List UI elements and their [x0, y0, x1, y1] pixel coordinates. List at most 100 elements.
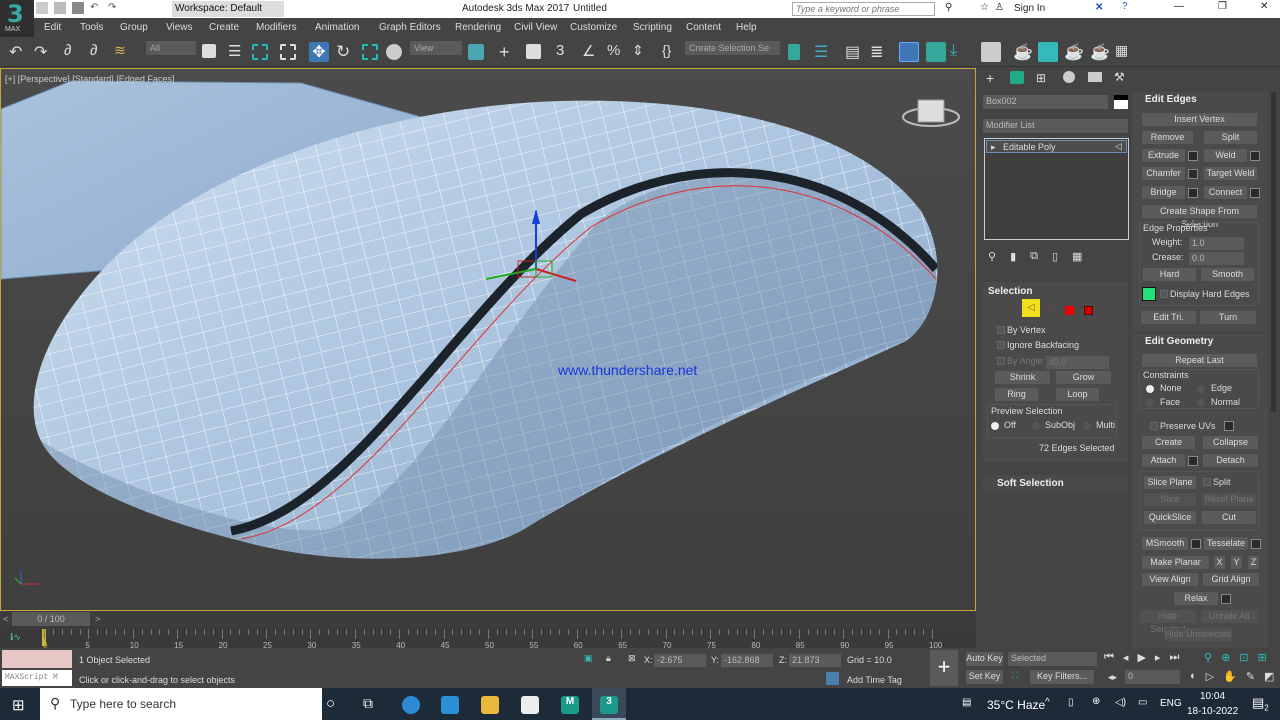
scene-explorer-icon[interactable]: ▤: [845, 42, 865, 62]
menu-modifiers[interactable]: Modifiers: [256, 22, 297, 33]
crease-spinner[interactable]: 0.0: [1189, 252, 1244, 265]
layer-explorer-icon[interactable]: ≣: [870, 42, 890, 62]
selection-rollout-header[interactable]: Selection: [988, 286, 1032, 297]
prev-frame-button[interactable]: <: [3, 614, 8, 624]
shrink-button[interactable]: Shrink: [995, 371, 1050, 384]
weather-text[interactable]: 35°C Haze: [987, 698, 1045, 712]
walkthrough-icon[interactable]: ✎: [1246, 670, 1255, 683]
previous-frame-icon[interactable]: ◂: [1123, 651, 1129, 664]
msmooth-settings-icon[interactable]: [1191, 539, 1201, 549]
menu-graph-editors[interactable]: Graph Editors: [379, 22, 441, 33]
relax-button[interactable]: Relax: [1174, 592, 1218, 605]
planar-x-button[interactable]: X: [1214, 556, 1225, 569]
track-bar[interactable]: ℹ∿ 0 5 10 15 20 25 30 35 40 45 50 55 60 65 70 75 80 85 90…: [0, 627, 976, 650]
zoom-icon[interactable]: ⚲: [1204, 651, 1212, 664]
modifier-list-dropdown[interactable]: Modifier List: [983, 119, 1128, 133]
x-coordinate-field[interactable]: -2.675: [654, 654, 706, 667]
restore-button[interactable]: ❐: [1218, 1, 1227, 12]
detach-button[interactable]: Detach: [1203, 454, 1258, 467]
angle-snap-icon[interactable]: ∠: [582, 42, 602, 62]
create-shape-button[interactable]: Create Shape From Selection: [1142, 205, 1257, 229]
make-unique-icon[interactable]: ⧉: [1030, 250, 1038, 263]
chamfer-button[interactable]: Chamfer: [1142, 167, 1185, 180]
repeat-last-button[interactable]: Repeat Last: [1142, 354, 1257, 367]
by-angle-spinner[interactable]: 45.0: [1046, 356, 1109, 369]
maxscript-input[interactable]: MAXScript M: [2, 670, 72, 686]
sign-in-link[interactable]: Sign In: [1014, 3, 1045, 14]
edit-geometry-header[interactable]: Edit Geometry: [1145, 336, 1213, 347]
undo-icon[interactable]: ↶: [9, 42, 29, 62]
mail-icon[interactable]: [441, 696, 459, 714]
slice-plane-button[interactable]: Slice Plane: [1144, 476, 1196, 489]
schematic-view-icon[interactable]: ⤓: [950, 42, 970, 62]
configure-modifier-sets-icon[interactable]: ▦: [1072, 250, 1082, 263]
isolate-selection-icon[interactable]: ▣: [584, 653, 593, 664]
preview-subobj-radio[interactable]: [1032, 422, 1040, 430]
object-name-field[interactable]: Box002: [983, 95, 1108, 109]
undo-icon[interactable]: ↶: [90, 2, 102, 16]
key-filters-button[interactable]: Key Filters...: [1030, 670, 1094, 684]
motion-tab-icon[interactable]: [1063, 71, 1075, 83]
constraint-normal-radio[interactable]: [1197, 399, 1205, 407]
border-mode-icon[interactable]: ○: [1047, 304, 1053, 315]
cut-button[interactable]: Cut: [1202, 511, 1256, 524]
bridge-settings-icon[interactable]: [1188, 188, 1198, 198]
keyboard-shortcut-override-icon[interactable]: [526, 44, 541, 59]
hide-unselected-button[interactable]: Hide Unselected: [1164, 628, 1232, 641]
split-button[interactable]: Split: [1204, 131, 1257, 144]
workspace-dropdown[interactable]: Workspace: Default: [172, 1, 284, 17]
menu-create[interactable]: Create: [209, 22, 239, 33]
render-setup-icon[interactable]: ☕: [1013, 42, 1033, 62]
modifier-stack-item[interactable]: ▸ Editable Poly ◁: [986, 140, 1127, 153]
view-align-button[interactable]: View Align: [1142, 573, 1198, 586]
insert-vertex-button[interactable]: Insert Vertex: [1142, 113, 1257, 126]
menu-views[interactable]: Views: [166, 22, 193, 33]
pivot-center-icon[interactable]: [468, 44, 484, 60]
notifications-icon[interactable]: ▤2: [1252, 695, 1269, 713]
percent-snap-icon[interactable]: %: [607, 42, 627, 62]
planar-y-button[interactable]: Y: [1231, 556, 1242, 569]
extrude-button[interactable]: Extrude: [1142, 149, 1185, 162]
minimize-button[interactable]: —: [1174, 1, 1184, 12]
display-tab-icon[interactable]: [1088, 72, 1102, 82]
preview-off-radio[interactable]: [991, 422, 999, 430]
select-and-move-icon[interactable]: ✥: [309, 42, 329, 62]
current-frame-field[interactable]: 0: [1125, 670, 1180, 684]
bridge-button[interactable]: Bridge: [1142, 186, 1185, 199]
render-iterative-icon[interactable]: ☕: [1090, 42, 1110, 62]
bind-space-warp-icon[interactable]: ≋: [114, 42, 134, 62]
curve-editor-icon[interactable]: [926, 42, 946, 62]
clock-date[interactable]: 18-10-2022: [1187, 706, 1238, 717]
menu-civil-view[interactable]: Civil View: [514, 22, 557, 33]
expand-arrow-icon[interactable]: ▸: [991, 142, 996, 153]
clock-time[interactable]: 10:04: [1200, 691, 1225, 702]
menu-edit[interactable]: Edit: [44, 22, 61, 33]
hide-selected-button[interactable]: Hide Selected: [1140, 610, 1196, 634]
panel-scrollbar[interactable]: [1271, 92, 1276, 412]
open-file-icon[interactable]: [54, 2, 66, 14]
turn-button[interactable]: Turn: [1200, 311, 1256, 324]
maximize-viewport-icon[interactable]: ◩: [1264, 670, 1274, 683]
target-weld-button[interactable]: Target Weld: [1204, 167, 1257, 180]
weight-spinner[interactable]: 1.0: [1189, 237, 1244, 250]
modify-tab-icon[interactable]: [1010, 71, 1024, 84]
preserve-uvs-settings-icon[interactable]: [1224, 421, 1234, 431]
smooth-button[interactable]: Smooth: [1201, 268, 1254, 281]
make-planar-button[interactable]: Make Planar: [1142, 556, 1209, 569]
loop-button[interactable]: Loop: [1056, 388, 1099, 401]
link-icon[interactable]: ∂: [64, 42, 84, 62]
attach-button[interactable]: Attach: [1142, 454, 1185, 467]
set-key-button[interactable]: Set Key: [966, 670, 1003, 684]
menu-customize[interactable]: Customize: [570, 22, 617, 33]
mirror-icon[interactable]: [788, 44, 800, 60]
play-icon[interactable]: ▶: [1137, 651, 1145, 664]
toggle-ribbon-icon[interactable]: [899, 42, 919, 62]
vertex-mode-icon[interactable]: ∴: [1005, 304, 1011, 315]
app-logo[interactable]: 3 MAX: [0, 0, 34, 37]
material-editor-icon[interactable]: [981, 42, 1001, 62]
search-input[interactable]: [792, 2, 935, 16]
by-angle-checkbox[interactable]: [997, 357, 1005, 365]
ignore-backfacing-checkbox[interactable]: [997, 341, 1005, 349]
field-of-view-icon[interactable]: ◐: [1190, 670, 1197, 683]
add-key-button[interactable]: +: [930, 650, 958, 686]
